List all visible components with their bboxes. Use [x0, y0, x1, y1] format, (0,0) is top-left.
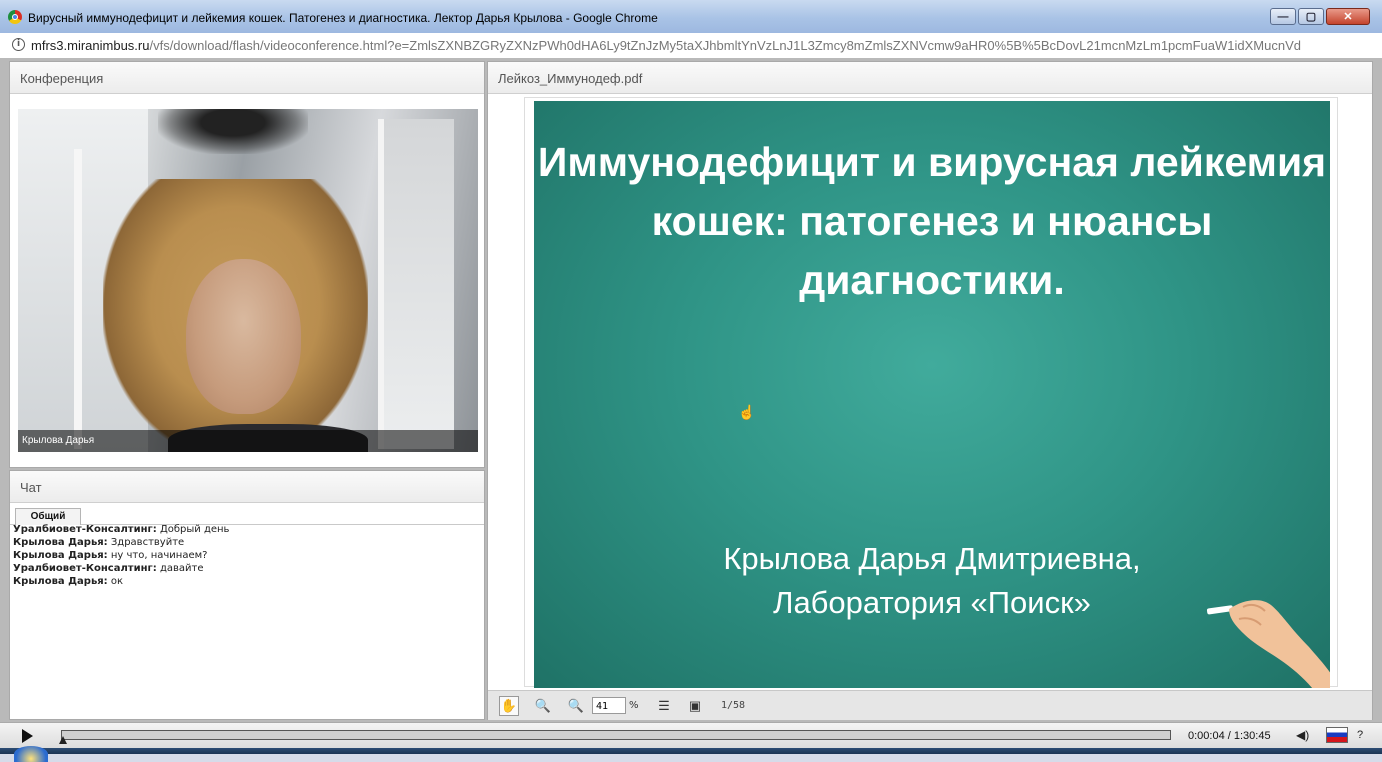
- slide[interactable]: Иммунодефицит и вирусная лейкемия кошек:…: [534, 101, 1330, 688]
- address-bar[interactable]: i mfrs3.miranimbus.ru/vfs/download/flash…: [0, 33, 1382, 59]
- window-title-bar: Вирусный иммунодефицит и лейкемия кошек.…: [0, 0, 1382, 33]
- russian-flag-icon[interactable]: [1326, 727, 1348, 743]
- video-background-object: [158, 109, 308, 154]
- zoom-out-button[interactable]: 🔍: [566, 696, 586, 716]
- window-title: Вирусный иммунодефицит и лейкемия кошек.…: [28, 11, 658, 25]
- video-background-door: [378, 119, 454, 449]
- fit-width-button[interactable]: ☰: [654, 696, 674, 716]
- presentation-panel: Лейкоз_Иммунодеф.pdf Иммунодефицит и вир…: [487, 61, 1373, 720]
- url-text[interactable]: mfrs3.miranimbus.ru/vfs/download/flash/v…: [31, 38, 1376, 53]
- presentation-file-name: Лейкоз_Иммунодеф.pdf: [488, 62, 1372, 94]
- hand-cursor-icon: ☝: [738, 404, 756, 420]
- seek-bar[interactable]: [59, 730, 1171, 744]
- zoom-in-button[interactable]: 🔍: [533, 696, 553, 716]
- app-content: Конференция Крылова Дарья Чат Общий Урал…: [0, 58, 1382, 722]
- chat-text: Добрый день: [159, 524, 230, 535]
- chat-message: Уралбиовет-Консалтинг: Добрый день: [13, 523, 229, 536]
- url-host: mfrs3.miranimbus.ru: [31, 38, 150, 53]
- window-controls: — ▢ ✕: [1270, 8, 1370, 25]
- chat-author: Уралбиовет-Консалтинг:: [13, 524, 157, 535]
- chat-panel: Чат Общий Уралбиовет-Консалтинг: Добрый …: [9, 470, 485, 720]
- chalk-hand-icon: [1206, 600, 1330, 688]
- url-path: /vfs/download/flash/videoconference.html…: [149, 38, 1301, 53]
- presentation-toolbar: ✋ 🔍 🔍 41 % ☰ ▣ 1/58: [488, 690, 1372, 720]
- chat-text: Здравствуйте: [110, 537, 185, 548]
- slide-viewport[interactable]: Иммунодефицит и вирусная лейкемия кошек:…: [524, 97, 1338, 688]
- chat-message: Крылова Дарья: ок: [13, 575, 229, 588]
- zoom-input[interactable]: 41: [592, 697, 626, 714]
- help-button[interactable]: ?: [1357, 729, 1363, 741]
- volume-icon[interactable]: ◀): [1296, 728, 1309, 742]
- pan-tool-button[interactable]: ✋: [499, 696, 519, 716]
- conference-panel: Конференция Крылова Дарья: [9, 61, 485, 468]
- video-person-face: [186, 259, 301, 414]
- close-button[interactable]: ✕: [1326, 8, 1370, 25]
- playback-time: 0:00:04 / 1:30:45: [1188, 730, 1271, 742]
- video-background-frame: [74, 149, 82, 449]
- chat-author: Крылова Дарья:: [13, 576, 108, 587]
- webcam-video[interactable]: [18, 109, 478, 452]
- chat-author: Крылова Дарья:: [13, 550, 108, 561]
- chat-text: давайте: [159, 563, 204, 574]
- chat-log: Уралбиовет-Консалтинг: Добрый день Крыло…: [13, 523, 229, 588]
- seek-handle[interactable]: [59, 736, 67, 744]
- conference-header: Конференция: [10, 62, 484, 94]
- slide-author-name: Крылова Дарья Дмитриевна,: [723, 541, 1141, 576]
- chat-header: Чат: [10, 471, 484, 503]
- participant-name: Крылова Дарья: [18, 430, 478, 452]
- chat-message: Крылова Дарья: Здравствуйте: [13, 536, 229, 549]
- maximize-button[interactable]: ▢: [1298, 8, 1324, 25]
- zoom-unit: %: [629, 700, 639, 711]
- info-icon[interactable]: i: [12, 38, 25, 51]
- chat-author: Уралбиовет-Консалтинг:: [13, 563, 157, 574]
- page-indicator: 1/58: [721, 700, 746, 711]
- play-icon[interactable]: [22, 729, 33, 743]
- minimize-button[interactable]: —: [1270, 8, 1296, 25]
- fit-page-button[interactable]: ▣: [685, 696, 705, 716]
- slide-title: Иммунодефицит и вирусная лейкемия кошек:…: [537, 139, 1327, 303]
- playback-bar: 0:00:04 / 1:30:45 ◀) ?: [0, 722, 1382, 749]
- chat-message: Крылова Дарья: ну что, начинаем?: [13, 549, 229, 562]
- chrome-logo-icon: [8, 10, 22, 24]
- chat-message: Уралбиовет-Консалтинг: давайте: [13, 562, 229, 575]
- chat-text: ну что, начинаем?: [110, 550, 208, 561]
- chat-author: Крылова Дарья:: [13, 537, 108, 548]
- chat-text: ок: [110, 576, 124, 587]
- os-taskbar: [0, 746, 1382, 762]
- start-button-icon[interactable]: [14, 746, 48, 762]
